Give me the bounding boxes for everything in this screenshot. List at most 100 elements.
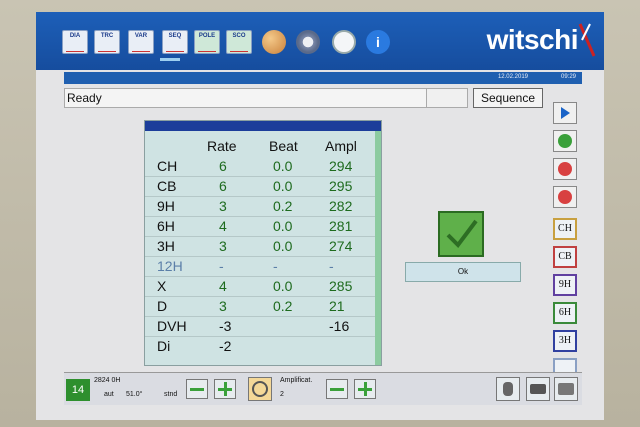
print-button[interactable] (554, 377, 578, 401)
magnifier-icon (252, 381, 268, 397)
row-rate: 6 (219, 158, 227, 174)
row-label: 6H (157, 218, 175, 234)
header-ampl: Ampl (325, 138, 357, 154)
pass-check-icon (438, 211, 484, 257)
ampl-label: Amplificat. (280, 377, 313, 384)
row-beat: 0.0 (273, 238, 293, 254)
row-rate: -3 (219, 318, 232, 334)
dia-label: DIA (69, 33, 81, 39)
row-label: DVH (157, 318, 187, 334)
minus-icon (330, 388, 344, 391)
camera-icon (530, 384, 546, 394)
row-rate: 3 (219, 238, 227, 254)
row-beat: 0.0 (273, 178, 293, 194)
tag-ch[interactable]: CH (553, 218, 577, 240)
back-arrow-icon (558, 162, 572, 176)
row-ampl: 294 (329, 158, 353, 174)
ampl-value: 2 (280, 391, 284, 398)
sco-label: SCO (232, 33, 246, 39)
bottom-stnd: stnd (164, 391, 178, 398)
row-rate: 4 (219, 218, 227, 234)
header-beat: Beat (269, 138, 298, 154)
info-icon[interactable]: i (366, 30, 390, 54)
table-side-bar (375, 131, 381, 365)
forward-button[interactable] (553, 186, 577, 208)
seq-icon[interactable]: SEQ (162, 30, 188, 54)
ampl-plus-button[interactable] (354, 379, 376, 399)
row-beat: 0.2 (273, 298, 293, 314)
row-rate: 3 (219, 198, 227, 214)
brand-mark-icon (578, 23, 596, 57)
trc-label: TRC (100, 33, 114, 39)
bottom-line1: 2824 0H (94, 377, 121, 384)
ok-button[interactable]: Ok (405, 262, 521, 282)
search-tool-button[interactable] (248, 377, 272, 401)
sco-icon[interactable]: SCO (226, 30, 252, 54)
status-strip: 12.02.2019 09:29 (64, 72, 582, 84)
brand-logo: witschi (486, 24, 579, 55)
back-button[interactable] (553, 158, 577, 180)
status-date: 12.02.2019 (497, 74, 528, 80)
refresh-button[interactable] (553, 130, 577, 152)
tag-9h[interactable]: 9H (553, 274, 577, 296)
printer-icon (558, 383, 574, 395)
pole-icon[interactable]: POLE (194, 30, 220, 54)
row-beat: 0.2 (273, 198, 293, 214)
empty-field (426, 88, 468, 108)
table-row: 6H 4 0.0 281 (145, 217, 375, 237)
sequence-button[interactable]: Sequence (473, 88, 543, 108)
gear-icon[interactable] (296, 30, 320, 54)
table-row: CB 6 0.0 295 (145, 177, 375, 197)
row-rate: 3 (219, 298, 227, 314)
top-toolbar: DIA TRC VAR SEQ POLE SCO i witschi (36, 12, 604, 70)
camera-button[interactable] (526, 377, 550, 401)
table-row: 9H 3 0.2 282 (145, 197, 375, 217)
row-beat: 0.0 (273, 278, 293, 294)
ampl-minus-button[interactable] (326, 379, 348, 399)
table-row: DVH -3 -16 (145, 317, 375, 337)
tag-cb[interactable]: CB (553, 246, 577, 268)
table-row: 3H 3 0.0 274 (145, 237, 375, 257)
row-label: D (157, 298, 168, 314)
row-label: 9H (157, 198, 175, 214)
clock-icon[interactable] (332, 30, 356, 54)
tag-6h[interactable]: 6H (553, 302, 577, 324)
bottom-aut: aut (104, 391, 114, 398)
row-label: 12H (157, 258, 183, 274)
row-rate: -2 (219, 338, 232, 354)
row-rate: - (219, 258, 224, 274)
screen: DIA TRC VAR SEQ POLE SCO i witschi 12.02… (36, 12, 604, 420)
microphone-button[interactable] (496, 377, 520, 401)
table-header-bar (145, 121, 381, 131)
right-sidebar: CH CB 9H 6H 3H (550, 88, 580, 380)
header-rate: Rate (207, 138, 237, 154)
row-ampl: -16 (329, 318, 350, 334)
position-badge: 14 (66, 379, 90, 401)
table-row: Di -2 (145, 337, 375, 356)
microphone-icon (503, 382, 513, 396)
var-icon[interactable]: VAR (128, 30, 154, 54)
bottom-angle: 51.0° (126, 391, 143, 398)
bottom-bar: 14 2824 0H aut 51.0° stnd Amplificat. 2 (64, 372, 582, 405)
play-button[interactable] (553, 102, 577, 124)
tag-3h[interactable]: 3H (553, 330, 577, 352)
plus-button[interactable] (214, 379, 236, 399)
row-label: Di (157, 338, 171, 354)
table-row: CH 6 0.0 294 (145, 157, 375, 177)
seq-label: SEQ (168, 33, 182, 39)
row-ampl: 281 (329, 218, 353, 234)
play-icon (561, 107, 570, 119)
row-label: CH (157, 158, 178, 174)
trc-icon[interactable]: TRC (94, 30, 120, 54)
dia-icon[interactable]: DIA (62, 30, 88, 54)
row-rate: 4 (219, 278, 227, 294)
table-row: X 4 0.0 285 (145, 277, 375, 297)
users-icon[interactable] (262, 30, 286, 54)
status-time: 09:29 (560, 74, 576, 80)
minus-icon (190, 388, 204, 391)
minus-button[interactable] (186, 379, 208, 399)
forward-arrow-icon (558, 190, 572, 204)
refresh-icon (558, 134, 572, 148)
row-ampl: 282 (329, 198, 353, 214)
row-ampl: 274 (329, 238, 353, 254)
